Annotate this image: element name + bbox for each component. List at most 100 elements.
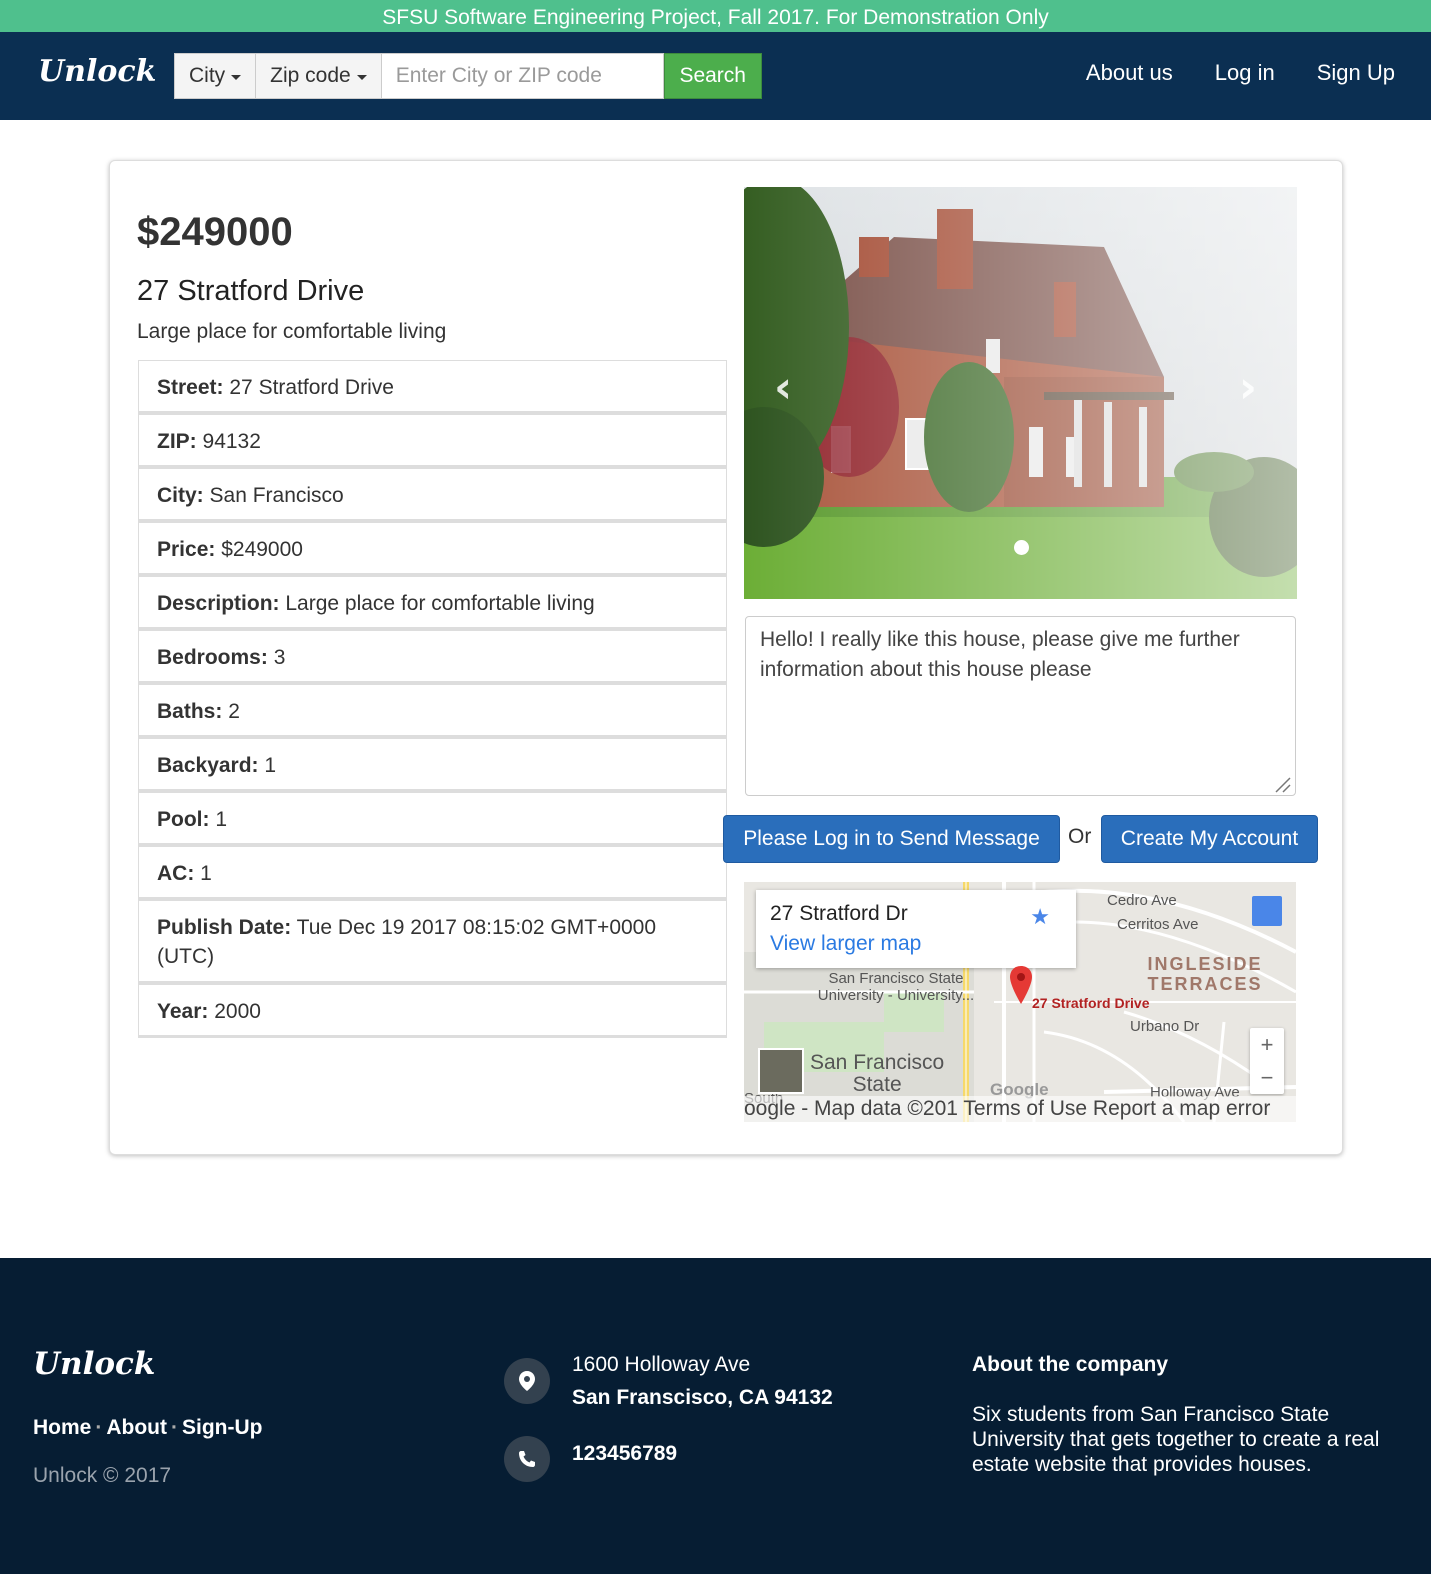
map-marker-icon xyxy=(504,1358,550,1404)
resize-grip-icon[interactable] xyxy=(1273,775,1291,793)
map-zoom-controls: + − xyxy=(1250,1028,1284,1094)
zoom-in-button[interactable]: + xyxy=(1250,1028,1284,1061)
chevron-left-icon[interactable]: ‹ xyxy=(774,362,792,413)
house-photo xyxy=(744,187,1297,599)
map-area-label-line2: State xyxy=(852,1073,902,1096)
map-pin-icon[interactable] xyxy=(1010,966,1032,1004)
zip-dropdown[interactable]: Zip code xyxy=(256,53,382,99)
detail-value: Large place for comfortable living xyxy=(285,592,595,615)
city-dropdown-label: City xyxy=(189,64,226,87)
or-text: Or xyxy=(1068,825,1092,848)
detail-row-price: Price: $249000 xyxy=(138,522,727,576)
map-info-title: 27 Stratford Dr xyxy=(770,902,908,925)
detail-row-ac: AC: 1 xyxy=(138,846,727,900)
map-pin-label: 27 Stratford Drive xyxy=(1032,995,1150,1011)
detail-label: ZIP: xyxy=(157,430,197,453)
detail-row-year: Year: 2000 xyxy=(138,984,727,1038)
star-icon[interactable]: ★ xyxy=(1030,904,1050,930)
nav-sign-up-link[interactable]: Sign Up xyxy=(1317,60,1395,86)
detail-value: 3 xyxy=(273,646,286,669)
detail-value: 27 Stratford Drive xyxy=(229,376,394,399)
detail-value: $249000 xyxy=(221,538,303,561)
footer-about-text: Six students from San Francisco State Un… xyxy=(972,1403,1380,1476)
footer-signup-link[interactable]: Sign-Up xyxy=(182,1416,262,1439)
footer-nav-separator: · xyxy=(171,1416,179,1439)
city-dropdown[interactable]: City xyxy=(174,53,257,99)
message-textarea[interactable]: Hello! I really like this house, please … xyxy=(745,616,1296,796)
chevron-down-icon xyxy=(356,74,367,80)
detail-row-description: Description: Large place for comfortable… xyxy=(138,576,727,630)
footer-nav-separator: · xyxy=(95,1416,103,1439)
photo-carousel[interactable]: ‹ › xyxy=(744,187,1297,599)
detail-label: Year: xyxy=(157,1000,209,1023)
site-footer: Unlock Home · About · Sign-Up Unlock © 2017 … xyxy=(0,1258,1431,1574)
detail-row-baths: Baths: 2 xyxy=(138,684,727,738)
carousel-indicator-dot[interactable] xyxy=(1014,540,1029,555)
nav-log-in-link[interactable]: Log in xyxy=(1215,60,1275,86)
chevron-right-icon[interactable]: › xyxy=(1239,362,1257,413)
footer-copyright: Unlock © 2017 xyxy=(33,1464,172,1487)
detail-label: AC: xyxy=(157,862,195,885)
location-map[interactable]: 27 Stratford Dr View larger map ★ Cedro … xyxy=(744,882,1296,1122)
detail-row-bedrooms: Bedrooms: 3 xyxy=(138,630,727,684)
create-account-button[interactable]: Create My Account xyxy=(1101,815,1318,863)
detail-value: 1 xyxy=(215,808,228,831)
footer-about-link[interactable]: About xyxy=(106,1416,167,1439)
login-to-message-button[interactable]: Please Log in to Send Message xyxy=(723,815,1060,863)
detail-row-publish-date: Publish Date: Tue Dec 19 2017 08:15:02 G… xyxy=(138,900,727,984)
detail-label: Pool: xyxy=(157,808,210,831)
nav-links: About us Log in Sign Up xyxy=(1086,60,1395,86)
detail-value: 1 xyxy=(200,862,212,885)
footer-home-link[interactable]: Home xyxy=(33,1416,91,1439)
satellite-toggle[interactable] xyxy=(758,1048,804,1094)
map-district-label: INGLESIDE TERRACES xyxy=(1147,954,1263,994)
map-area-label: San Francisco State xyxy=(810,1052,944,1096)
detail-label: Description: xyxy=(157,592,280,615)
nav-about-us-link[interactable]: About us xyxy=(1086,60,1173,86)
detail-row-backyard: Backyard: 1 xyxy=(138,738,727,792)
detail-row-zip: ZIP: 94132 xyxy=(138,414,727,468)
street-label: Cedro Ave xyxy=(1107,892,1177,909)
listing-title: 27 Stratford Drive xyxy=(137,275,365,307)
navbar: Unlock City Zip code Search About us Log… xyxy=(0,32,1431,120)
detail-label: City: xyxy=(157,484,204,507)
chevron-down-icon xyxy=(231,74,242,80)
site-logo[interactable]: Unlock xyxy=(38,54,156,89)
footer-logo[interactable]: Unlock xyxy=(33,1346,155,1382)
search-button[interactable]: Search xyxy=(663,53,762,99)
phone-icon xyxy=(504,1436,550,1482)
detail-value: San Francisco xyxy=(209,484,344,507)
map-area-label-line1: San Francisco xyxy=(810,1051,945,1074)
street-view-icon[interactable] xyxy=(1252,896,1282,926)
detail-label: Street: xyxy=(157,376,224,399)
zip-dropdown-label: Zip code xyxy=(270,64,351,87)
detail-label: Price: xyxy=(157,538,216,561)
view-larger-map-link[interactable]: View larger map xyxy=(770,932,1062,956)
listing-subtitle: Large place for comfortable living xyxy=(137,320,447,343)
detail-value: 94132 xyxy=(202,430,261,453)
street-label: Urbano Dr xyxy=(1130,1018,1200,1035)
footer-about-title: About the company xyxy=(972,1353,1169,1376)
detail-value: 2 xyxy=(228,700,240,723)
search-group: City Zip code Search xyxy=(174,53,762,99)
footer-nav: Home · About · Sign-Up xyxy=(33,1416,263,1440)
map-attribution[interactable]: oogle - Map data ©201 Terms of Use Repor… xyxy=(744,1096,1296,1122)
detail-label: Backyard: xyxy=(157,754,259,777)
detail-row-pool: Pool: 1 xyxy=(138,792,727,846)
footer-address-line1: 1600 Holloway Ave xyxy=(572,1353,751,1376)
search-input[interactable] xyxy=(381,53,664,99)
detail-label: Baths: xyxy=(157,700,223,723)
details-list: Street: 27 Stratford Drive ZIP: 94132 Ci… xyxy=(138,360,727,1038)
detail-value: 1 xyxy=(264,754,277,777)
map-info-window: 27 Stratford Dr View larger map ★ xyxy=(756,890,1076,968)
detail-value: 2000 xyxy=(214,1000,261,1023)
listing-price: $249000 xyxy=(137,210,293,254)
street-label: Cerritos Ave xyxy=(1117,916,1199,933)
demo-banner: SFSU Software Engineering Project, Fall … xyxy=(0,0,1431,32)
footer-phone: 123456789 xyxy=(572,1442,678,1465)
detail-label: Publish Date: xyxy=(157,916,292,939)
map-poi-label: San Francisco State University - Univers… xyxy=(817,970,975,1004)
detail-label: Bedrooms: xyxy=(157,646,268,669)
detail-row-city: City: San Francisco xyxy=(138,468,727,522)
zoom-out-button[interactable]: − xyxy=(1250,1061,1284,1094)
